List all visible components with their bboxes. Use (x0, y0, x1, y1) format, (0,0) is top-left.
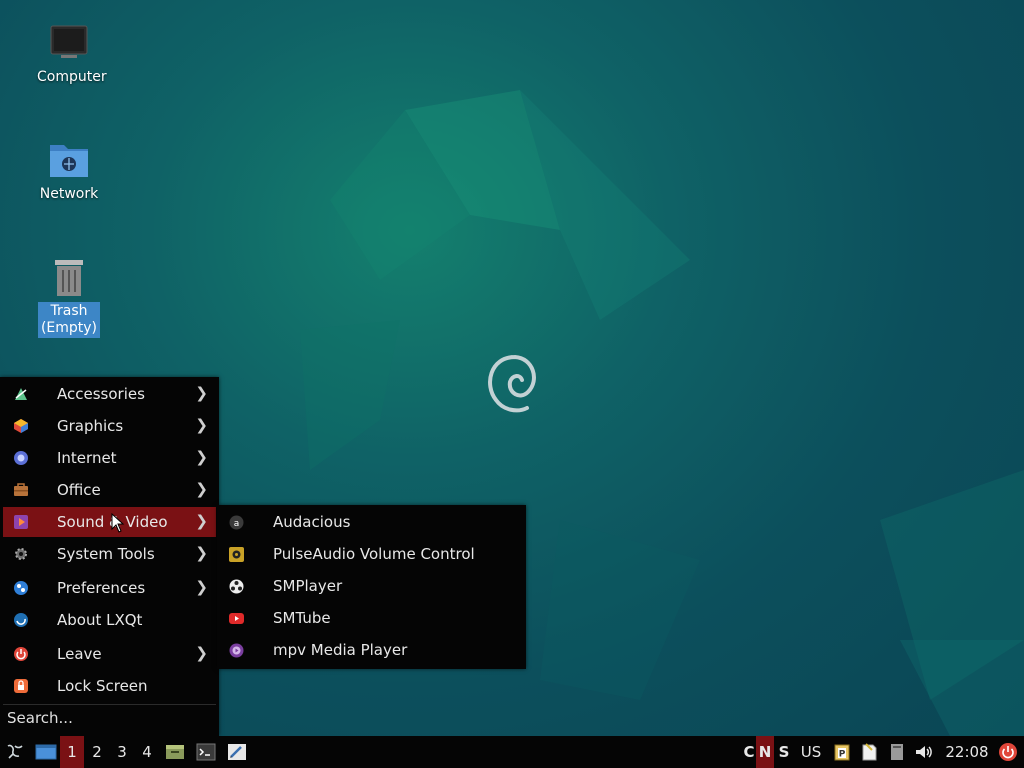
chevron-right-icon: ❯ (195, 416, 208, 434)
menu-item-accessories[interactable]: Accessories ❯ (3, 379, 216, 409)
submenu-item-pulseaudio[interactable]: PulseAudio Volume Control (217, 538, 526, 570)
clipboard-tray[interactable]: P (832, 736, 852, 768)
text-editor-icon (228, 744, 246, 760)
desktop-icon-label: Computer (37, 69, 107, 85)
main-menu-button[interactable] (2, 736, 28, 768)
submenu-item-label: SMPlayer (273, 577, 343, 595)
smtube-icon (229, 611, 244, 626)
desktop-icon-label: Trash (Empty) (37, 302, 101, 338)
desktop-icon-computer[interactable]: Computer (34, 22, 107, 87)
svg-text:P: P (839, 750, 846, 760)
workspace-1[interactable]: 1 (60, 736, 84, 768)
submenu-item-label: mpv Media Player (273, 641, 408, 659)
audacious-icon: a (229, 515, 244, 530)
chevron-right-icon: ❯ (195, 384, 208, 402)
keyboard-layout[interactable]: US (798, 736, 824, 768)
menu-item-label: Accessories (57, 385, 145, 403)
file-manager-launcher[interactable] (163, 736, 187, 768)
power-button[interactable] (996, 736, 1020, 768)
desktop-icon-trash[interactable]: Trash (Empty) (34, 256, 104, 338)
show-desktop-icon (35, 744, 57, 760)
chevron-right-icon: ❯ (195, 578, 208, 596)
submenu-item-smplayer[interactable]: SMPlayer (217, 570, 526, 602)
smplayer-icon (229, 579, 244, 594)
desktop-icon-network[interactable]: Network (34, 139, 104, 204)
terminal-icon (196, 743, 216, 761)
menu-item-label: Internet (57, 449, 117, 467)
menu-item-preferences[interactable]: Preferences ❯ (3, 573, 216, 603)
chevron-right-icon: ❯ (195, 448, 208, 466)
show-desktop-button[interactable] (33, 736, 59, 768)
menu-item-sound-video[interactable]: Sound & Video ❯ (3, 507, 216, 537)
text-editor-launcher[interactable] (225, 736, 249, 768)
trash-icon (47, 256, 91, 300)
removable-media-tray[interactable] (886, 736, 908, 768)
file-manager-icon (166, 745, 184, 759)
application-menu: Accessories ❯ Graphics ❯ Internet ❯ Offi… (0, 377, 219, 736)
menu-item-leave[interactable]: Leave ❯ (3, 639, 216, 669)
workspace-2[interactable]: 2 (85, 736, 109, 768)
submenu-item-label: SMTube (273, 609, 331, 627)
chevron-right-icon: ❯ (195, 480, 208, 498)
clipboard-icon: P (834, 744, 850, 761)
scroll-lock-indicator[interactable]: S (775, 736, 793, 768)
notes-icon (862, 743, 877, 761)
volume-control[interactable] (912, 736, 936, 768)
computer-icon (47, 22, 91, 66)
sound-video-submenu: a Audacious PulseAudio Volume Control SM… (217, 505, 526, 669)
menu-item-label: Lock Screen (57, 677, 148, 695)
menu-item-graphics[interactable]: Graphics ❯ (3, 411, 216, 441)
accessories-icon (13, 386, 29, 402)
graphics-icon (13, 418, 29, 434)
menu-item-system-tools[interactable]: System Tools ❯ (3, 539, 216, 569)
chevron-right-icon: ❯ (195, 512, 208, 530)
taskbar: 1 2 3 4 C N S US P 22:08 (0, 736, 1024, 768)
num-lock-indicator[interactable]: N (756, 736, 774, 768)
menu-item-label: About LXQt (57, 611, 143, 629)
menu-item-label: Preferences (57, 579, 146, 597)
lxqt-logo-icon (7, 744, 23, 759)
chevron-right-icon: ❯ (195, 544, 208, 562)
menu-item-label: System Tools (57, 545, 155, 563)
power-icon (999, 743, 1017, 761)
office-icon (13, 482, 29, 498)
mouse-cursor-icon (111, 513, 125, 533)
workspace-4[interactable]: 4 (135, 736, 159, 768)
network-folder-icon (47, 139, 91, 183)
menu-item-office[interactable]: Office ❯ (3, 475, 216, 505)
chevron-right-icon: ❯ (195, 644, 208, 662)
preferences-icon (13, 580, 29, 596)
notes-tray[interactable] (858, 736, 880, 768)
svg-text:a: a (234, 519, 240, 529)
sound-video-icon (13, 514, 29, 530)
trash-label-line1: Trash (50, 303, 88, 319)
internet-icon (13, 450, 29, 466)
clock[interactable]: 22:08 (942, 736, 992, 768)
menu-item-about-lxqt[interactable]: About LXQt (3, 605, 216, 635)
menu-item-label: Leave (57, 645, 102, 663)
system-tools-icon (13, 546, 29, 562)
submenu-item-label: PulseAudio Volume Control (273, 545, 475, 563)
mpv-icon (229, 643, 244, 658)
menu-item-internet[interactable]: Internet ❯ (3, 443, 216, 473)
submenu-item-audacious[interactable]: a Audacious (217, 506, 526, 538)
menu-item-label: Graphics (57, 417, 124, 435)
menu-divider (3, 704, 216, 705)
submenu-item-smtube[interactable]: SMTube (217, 602, 526, 634)
pulseaudio-icon (229, 547, 244, 562)
submenu-item-mpv[interactable]: mpv Media Player (217, 634, 526, 666)
menu-search-input[interactable]: Search... (7, 709, 73, 727)
menu-item-lock-screen[interactable]: Lock Screen (3, 671, 216, 701)
workspace-3[interactable]: 3 (110, 736, 134, 768)
terminal-launcher[interactable] (194, 736, 218, 768)
submenu-item-label: Audacious (273, 513, 351, 531)
desktop-icon-label: Network (39, 186, 99, 202)
lock-screen-icon (13, 678, 29, 694)
menu-item-label: Office (57, 481, 101, 499)
speaker-volume-icon (916, 746, 932, 758)
leave-icon (13, 646, 29, 662)
about-lxqt-icon (13, 612, 29, 628)
usb-drive-icon (891, 744, 903, 760)
trash-label-line2: (Empty) (40, 320, 98, 336)
